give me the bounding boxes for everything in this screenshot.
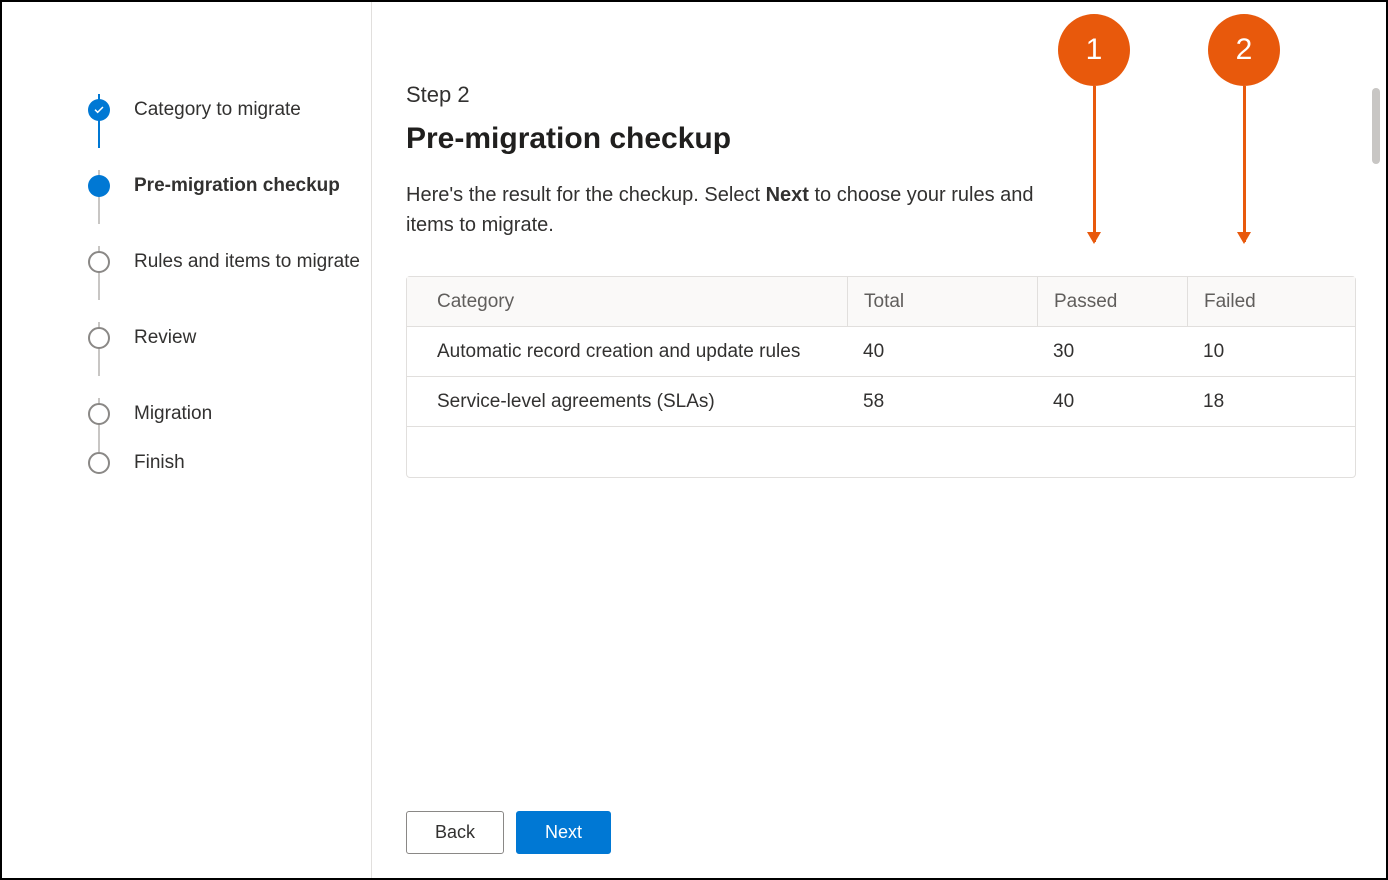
checkmark-icon bbox=[88, 99, 110, 121]
step-category-to-migrate[interactable]: Category to migrate bbox=[88, 72, 371, 148]
back-button[interactable]: Back bbox=[406, 811, 504, 854]
callout-arrow-icon bbox=[1093, 86, 1096, 242]
step-label: Finish bbox=[134, 452, 185, 474]
pending-step-icon bbox=[88, 403, 110, 425]
cell-total: 58 bbox=[847, 391, 1037, 413]
cell-failed: 18 bbox=[1187, 391, 1327, 413]
pending-step-icon bbox=[88, 327, 110, 349]
wizard-sidebar: Category to migrate Pre-migration checku… bbox=[2, 2, 372, 878]
results-table: Category Total Passed Failed Automatic r… bbox=[406, 276, 1356, 478]
step-rules-and-items[interactable]: Rules and items to migrate bbox=[88, 224, 371, 300]
current-step-icon bbox=[88, 175, 110, 197]
step-label: Review bbox=[134, 327, 196, 349]
annotation-callout-1: 1 bbox=[1058, 14, 1130, 242]
step-pre-migration-checkup[interactable]: Pre-migration checkup bbox=[88, 148, 371, 224]
cell-category: Automatic record creation and update rul… bbox=[407, 341, 847, 363]
step-list: Category to migrate Pre-migration checku… bbox=[88, 72, 371, 474]
scrollbar[interactable] bbox=[1372, 88, 1380, 164]
description: Here's the result for the checkup. Selec… bbox=[406, 180, 1046, 240]
step-label: Category to migrate bbox=[134, 99, 301, 121]
cell-failed: 10 bbox=[1187, 341, 1327, 363]
footer-buttons: Back Next bbox=[406, 811, 611, 854]
step-review[interactable]: Review bbox=[88, 300, 371, 376]
cell-passed: 30 bbox=[1037, 341, 1187, 363]
annotation-callout-2: 2 bbox=[1208, 14, 1280, 242]
table-spacer bbox=[407, 427, 1355, 477]
callout-arrow-icon bbox=[1243, 86, 1246, 242]
table-row[interactable]: Automatic record creation and update rul… bbox=[407, 327, 1355, 377]
header-category[interactable]: Category bbox=[407, 277, 847, 326]
pending-step-icon bbox=[88, 251, 110, 273]
step-migration[interactable]: Migration bbox=[88, 376, 371, 452]
callout-badge: 1 bbox=[1058, 14, 1130, 86]
table-row[interactable]: Service-level agreements (SLAs) 58 40 18 bbox=[407, 377, 1355, 427]
callout-badge: 2 bbox=[1208, 14, 1280, 86]
step-label: Pre-migration checkup bbox=[134, 175, 340, 197]
step-label: Rules and items to migrate bbox=[134, 251, 360, 273]
header-failed[interactable]: Failed bbox=[1187, 277, 1327, 326]
cell-passed: 40 bbox=[1037, 391, 1187, 413]
table-header: Category Total Passed Failed bbox=[407, 277, 1355, 327]
header-passed[interactable]: Passed bbox=[1037, 277, 1187, 326]
next-button[interactable]: Next bbox=[516, 811, 611, 854]
step-label: Migration bbox=[134, 403, 212, 425]
cell-total: 40 bbox=[847, 341, 1037, 363]
cell-category: Service-level agreements (SLAs) bbox=[407, 391, 847, 413]
step-finish[interactable]: Finish bbox=[88, 452, 371, 474]
pending-step-icon bbox=[88, 452, 110, 474]
header-total[interactable]: Total bbox=[847, 277, 1037, 326]
